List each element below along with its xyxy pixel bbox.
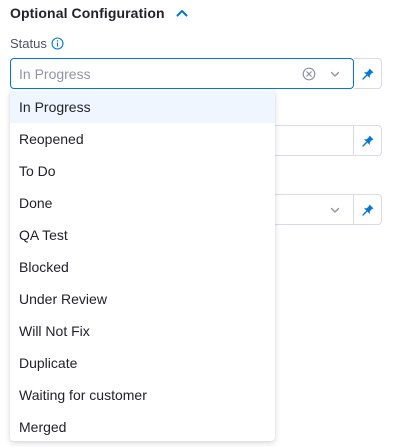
status-select-value[interactable]: In Progress: [11, 66, 301, 82]
dropdown-option[interactable]: Under Review: [10, 283, 275, 315]
section-title: Optional Configuration: [10, 5, 165, 21]
chevron-down-icon[interactable]: [327, 66, 343, 82]
chevron-up-icon[interactable]: [175, 6, 189, 20]
clear-icon[interactable]: [301, 66, 317, 82]
dropdown-option[interactable]: Blocked: [10, 251, 275, 283]
dropdown-option[interactable]: Reopened: [10, 123, 275, 155]
status-dropdown-menu: In Progress Reopened To Do Done QA Test …: [10, 90, 275, 441]
status-select[interactable]: In Progress: [10, 58, 354, 89]
chevron-down-icon[interactable]: [327, 202, 343, 218]
dropdown-option[interactable]: To Do: [10, 155, 275, 187]
pin-icon: [361, 135, 373, 147]
dropdown-option[interactable]: QA Test: [10, 219, 275, 251]
section-header[interactable]: Optional Configuration: [10, 5, 189, 21]
dropdown-option[interactable]: Done: [10, 187, 275, 219]
pin-button-2[interactable]: [354, 125, 382, 156]
pin-button-1[interactable]: [354, 58, 382, 89]
dropdown-option[interactable]: In Progress: [10, 91, 275, 123]
info-icon[interactable]: [51, 37, 64, 50]
pin-icon: [361, 68, 373, 80]
dropdown-option[interactable]: Merged: [10, 411, 275, 443]
pin-button-3[interactable]: [354, 194, 382, 225]
dropdown-option[interactable]: Will Not Fix: [10, 315, 275, 347]
pin-icon: [361, 204, 373, 216]
dropdown-option[interactable]: Duplicate: [10, 347, 275, 379]
optional-configuration-panel: Optional Configuration Status In Progres…: [0, 0, 395, 447]
dropdown-option[interactable]: Waiting for customer: [10, 379, 275, 411]
status-label: Status: [10, 36, 47, 51]
status-label-row: Status: [10, 36, 64, 51]
